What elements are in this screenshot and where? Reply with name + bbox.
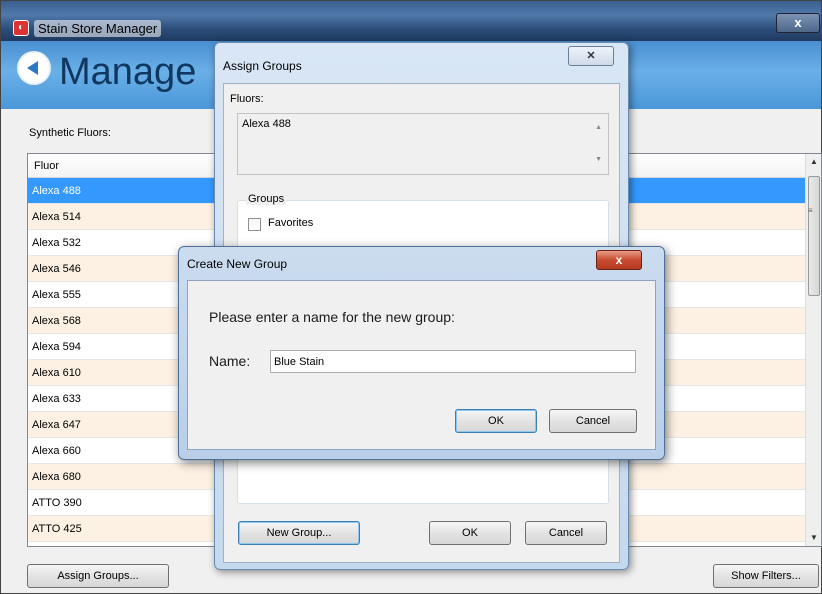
app-icon: ◐ xyxy=(13,20,29,36)
name-label: Name: xyxy=(209,353,251,369)
title-bar: ◐ Stain Store Manager x xyxy=(1,1,821,41)
close-button[interactable]: x xyxy=(776,13,820,33)
back-arrow-icon xyxy=(27,61,38,75)
groups-label: Groups xyxy=(246,193,287,205)
assign-groups-button[interactable]: Assign Groups... xyxy=(27,564,169,588)
dialog-close-button[interactable]: x xyxy=(596,250,642,270)
dialog-close-button[interactable]: ✕ xyxy=(568,46,614,66)
fluors-value: Alexa 488 xyxy=(242,118,291,130)
show-filters-button[interactable]: Show Filters... xyxy=(713,564,819,588)
favorites-label[interactable]: Favorites xyxy=(268,217,313,229)
dialog-title: Assign Groups xyxy=(223,59,302,73)
cancel-button[interactable]: Cancel xyxy=(549,409,637,433)
cancel-button[interactable]: Cancel xyxy=(525,521,607,545)
list-label: Synthetic Fluors: xyxy=(29,127,111,139)
create-new-group-dialog: Create New Group x Please enter a name f… xyxy=(178,246,665,460)
vertical-scrollbar[interactable]: ▲ ≡ ▼ xyxy=(805,154,821,546)
favorites-checkbox[interactable] xyxy=(248,218,261,231)
dialog-title: Create New Group xyxy=(187,257,288,271)
ok-button[interactable]: OK xyxy=(455,409,537,433)
scroll-down-icon[interactable]: ▼ xyxy=(806,530,822,546)
back-button[interactable] xyxy=(19,53,49,83)
group-name-input[interactable] xyxy=(270,350,636,373)
new-group-button[interactable]: New Group... xyxy=(238,521,360,545)
page-title: Manage xyxy=(59,51,197,93)
scroll-up-icon[interactable]: ▲ xyxy=(806,154,822,170)
prompt-text: Please enter a name for the new group: xyxy=(209,309,455,325)
scroll-up-icon[interactable]: ▲ xyxy=(595,124,602,131)
ok-button[interactable]: OK xyxy=(429,521,511,545)
grip-icon: ≡ xyxy=(808,206,813,215)
fluors-list[interactable]: Alexa 488 ▲ ▼ xyxy=(237,113,609,175)
scroll-down-icon[interactable]: ▼ xyxy=(595,156,602,163)
scroll-thumb[interactable] xyxy=(808,176,820,296)
fluors-label: Fluors: xyxy=(230,93,264,105)
window-title: Stain Store Manager xyxy=(34,20,162,37)
